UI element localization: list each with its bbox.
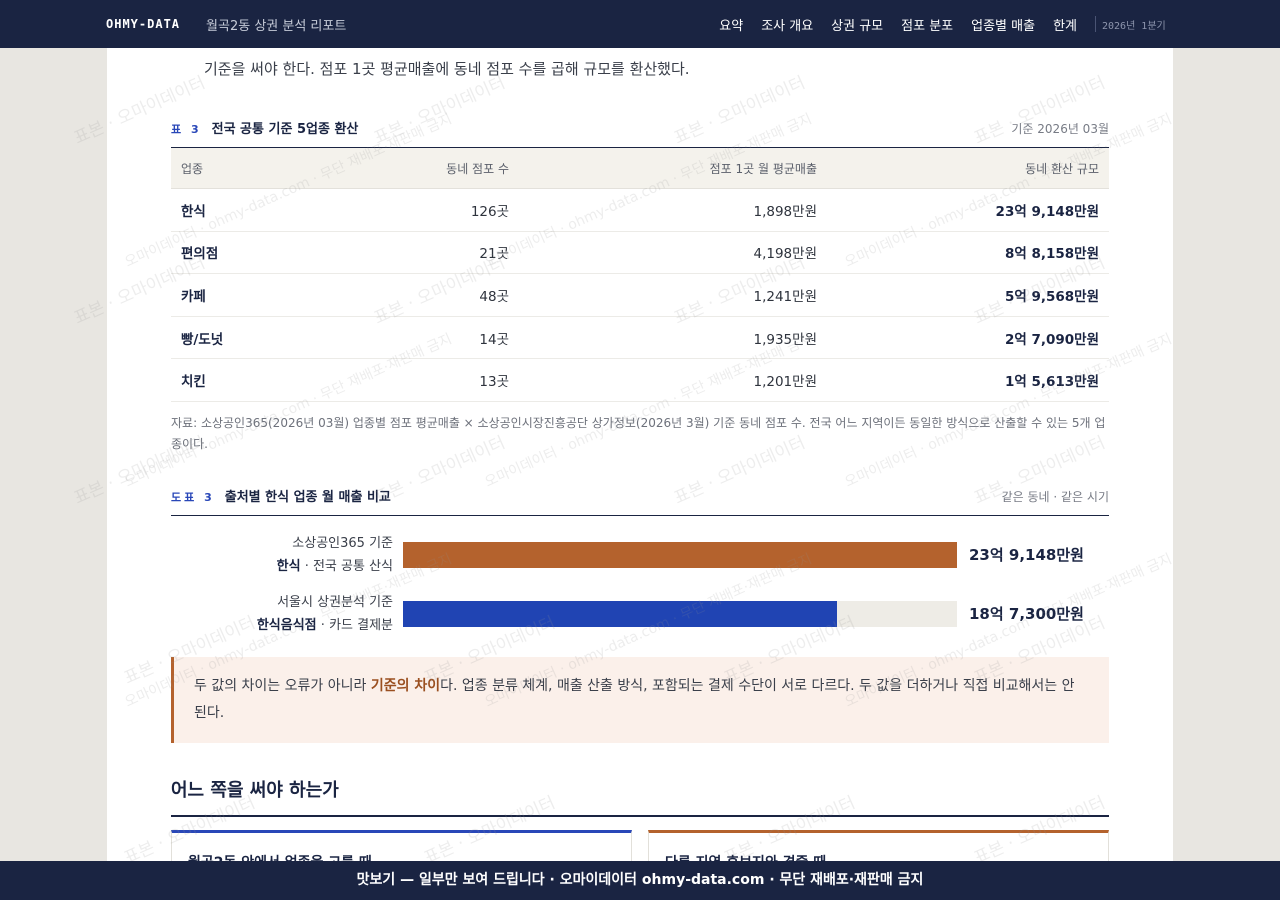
bar-source: 소상공인365 기준 — [292, 536, 393, 551]
cell-avg-sales: 4,198만원 — [519, 231, 827, 275]
table-source-note: 자료: 소상공인365(2026년 03월) 업종별 점포 평균매출 × 소상공… — [171, 416, 1106, 451]
table-date: 기준 2026년 03월 — [1011, 122, 1109, 136]
table-row: 빵/도넛 14곳 1,935만원 2억 7,090만원 — [171, 316, 1109, 360]
bar-method: 카드 결제분 — [329, 618, 393, 633]
bar-value: 18억 7,300만원 — [969, 605, 1084, 623]
cell-category: 카페 — [171, 273, 321, 317]
cell-category: 빵/도넛 — [171, 316, 321, 360]
figure-title: 출처별 한식 업종 월 매출 비교 — [224, 490, 391, 505]
cell-local-scale: 5억 9,568만원 — [827, 273, 1109, 317]
col-store-count: 동네 점포 수 — [321, 147, 519, 189]
cell-store-count: 126곳 — [321, 188, 519, 232]
table-title: 전국 공통 기준 5업종 환산 — [211, 122, 359, 137]
bar-label: 소상공인365 기준 한식 · 전국 공통 산식 — [171, 532, 393, 578]
table-header-row: 업종 동네 점포 수 점포 1곳 월 평균매출 동네 환산 규모 — [171, 147, 1109, 189]
bar-category: 한식음식점 — [256, 618, 317, 633]
bar-category: 한식 — [276, 559, 301, 574]
bar-value: 23억 9,148만원 — [969, 546, 1084, 564]
table-row: 편의점 21곳 4,198만원 8억 8,158만원 — [171, 231, 1109, 275]
bar-source: 서울시 상권분석 기준 — [277, 595, 393, 610]
cell-category: 한식 — [171, 188, 321, 232]
table-row: 한식 126곳 1,898만원 23억 9,148만원 — [171, 188, 1109, 232]
callout-emphasis: 기준의 차이 — [370, 678, 441, 694]
bar-row-seoul: 서울시 상권분석 기준 한식음식점 · 카드 결제분 18억 7,300만원 — [171, 591, 1109, 637]
table-row: 치킨 13곳 1,201만원 1억 5,613만원 — [171, 358, 1109, 402]
table-row: 카페 48곳 1,241만원 5억 9,568만원 — [171, 273, 1109, 317]
nav-sales-by-category[interactable]: 업종별 매출 — [971, 15, 1035, 34]
brand-logo[interactable]: OHMY-DATA — [106, 17, 180, 31]
bar-fill — [403, 542, 957, 568]
nav-divider — [1095, 16, 1096, 32]
bar-track — [403, 601, 957, 627]
cell-local-scale: 1억 5,613만원 — [827, 358, 1109, 402]
cell-store-count: 48곳 — [321, 273, 519, 317]
nav-store-distribution[interactable]: 점포 분포 — [901, 15, 953, 34]
col-category: 업종 — [171, 147, 321, 189]
section-heading: 어느 쪽을 써야 하는가 — [171, 776, 1109, 817]
callout-text-before: 두 값의 차이는 오류가 아니라 — [194, 678, 371, 694]
sales-table: 업종 동네 점포 수 점포 1곳 월 평균매출 동네 환산 규모 한식 126곳… — [171, 147, 1109, 402]
nav-limits[interactable]: 한계 — [1053, 15, 1077, 34]
table-label: 표 3 — [171, 123, 202, 136]
col-avg-sales: 점포 1곳 월 평균매출 — [519, 147, 827, 189]
table-caption: 표 3 전국 공통 기준 5업종 환산 기준 2026년 03월 — [171, 118, 1109, 138]
bar-fill — [403, 601, 837, 627]
report-page: 기준을 써야 한다. 점포 1곳 평균매출에 동네 점포 수를 곱해 규모를 환… — [107, 0, 1173, 900]
cell-store-count: 14곳 — [321, 316, 519, 360]
bar-track — [403, 542, 957, 568]
main-nav: 요약 조사 개요 상권 규모 점포 분포 업종별 매출 한계 2026년 1분기 — [719, 15, 1174, 34]
cell-local-scale: 8억 8,158만원 — [827, 231, 1109, 275]
callout-note: 두 값의 차이는 오류가 아니라 기준의 차이다. 업종 분류 체계, 매출 산… — [171, 657, 1109, 743]
col-local-scale: 동네 환산 규모 — [827, 147, 1109, 189]
cell-local-scale: 2억 7,090만원 — [827, 316, 1109, 360]
figure-label: 도표 3 — [171, 491, 215, 504]
cell-category: 치킨 — [171, 358, 321, 402]
cell-avg-sales: 1,935만원 — [519, 316, 827, 360]
cell-avg-sales: 1,241만원 — [519, 273, 827, 317]
period-badge: 2026년 1분기 — [1102, 20, 1166, 32]
preview-footer-banner: 맛보기 — 일부만 보여 드립니다 · 오마이데이터 ohmy-data.com… — [0, 861, 1280, 900]
top-nav-bar: OHMY-DATA 월곡2동 상권 분석 리포트 요약 조사 개요 상권 규모 … — [0, 0, 1280, 48]
cell-store-count: 13곳 — [321, 358, 519, 402]
bar-row-sbiz365: 소상공인365 기준 한식 · 전국 공통 산식 23억 9,148만원 — [171, 532, 1109, 578]
cell-store-count: 21곳 — [321, 231, 519, 275]
cell-local-scale: 23억 9,148만원 — [827, 188, 1109, 232]
cell-avg-sales: 1,201만원 — [519, 358, 827, 402]
figure-note: 같은 동네 · 같은 시기 — [1001, 490, 1109, 504]
cell-category: 편의점 — [171, 231, 321, 275]
nav-market-size[interactable]: 상권 규모 — [831, 15, 883, 34]
nav-overview[interactable]: 조사 개요 — [761, 15, 813, 34]
cell-avg-sales: 1,898만원 — [519, 188, 827, 232]
bar-label: 서울시 상권분석 기준 한식음식점 · 카드 결제분 — [171, 591, 393, 637]
report-title: 월곡2동 상권 분석 리포트 — [206, 18, 347, 34]
figure-caption: 도표 3 출처별 한식 업종 월 매출 비교 같은 동네 · 같은 시기 — [171, 486, 1109, 516]
intro-paragraph: 기준을 써야 한다. 점포 1곳 평균매출에 동네 점포 수를 곱해 규모를 환… — [204, 60, 690, 78]
bar-method: 전국 공통 산식 — [312, 559, 393, 574]
nav-summary[interactable]: 요약 — [719, 15, 743, 34]
